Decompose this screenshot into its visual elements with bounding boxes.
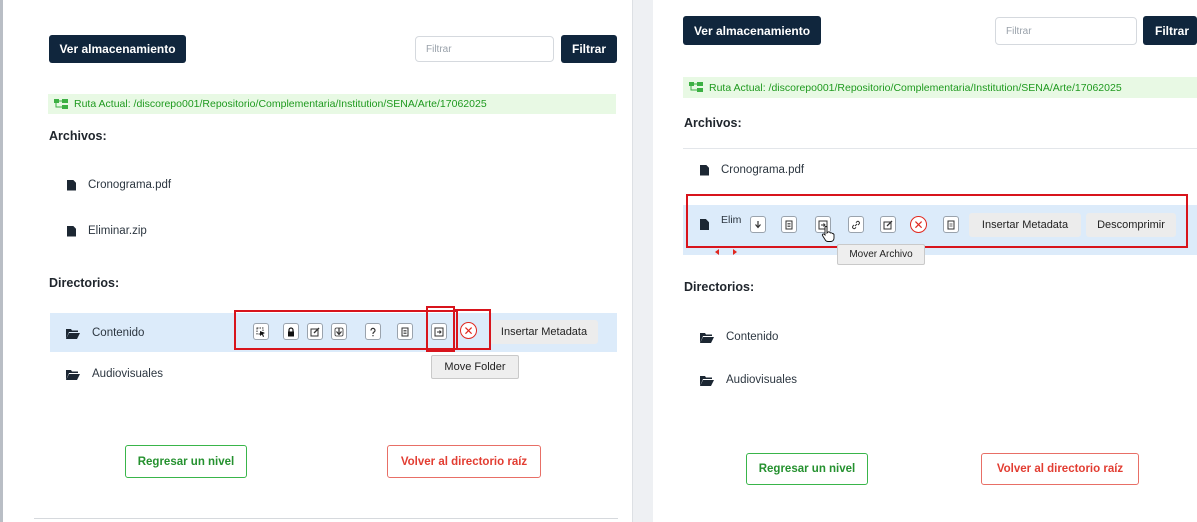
directory-name: Audiovisuales (726, 374, 797, 386)
screenshot-separator (632, 0, 653, 522)
filter-button[interactable]: Filtrar (1143, 16, 1197, 45)
tooltip-move-file: Mover Archivo (837, 244, 925, 265)
file-list-divider (683, 148, 1197, 149)
directories-section-title: Directorios: (49, 276, 120, 290)
footer-divider (34, 518, 618, 519)
file-item-cronograma[interactable]: Cronograma.pdf (700, 162, 804, 178)
file-item-eliminar[interactable]: Eliminar.zip (67, 223, 147, 239)
current-path-bar: Ruta Actual: /discorepo001/Repositorio/C… (683, 77, 1197, 98)
directories-section-title: Directorios: (684, 280, 755, 294)
file-name: Cronograma.pdf (721, 164, 805, 176)
annotation-box-actions (234, 310, 458, 350)
filter-input[interactable] (415, 36, 554, 62)
directory-name: Contenido (92, 327, 145, 339)
directory-name: Contenido (726, 331, 779, 343)
filter-button[interactable]: Filtrar (561, 35, 617, 63)
folder-open-icon (700, 332, 714, 343)
current-path-bar: Ruta Actual: /discorepo001/Repositorio/C… (48, 94, 616, 114)
ver-almacenamiento-button[interactable]: Ver almacenamiento (683, 16, 821, 45)
tooltip-move-folder: Move Folder (431, 355, 519, 379)
file-name: Eliminar.zip (88, 225, 147, 237)
directory-item-audiovisuales[interactable]: Audiovisuales (700, 372, 797, 388)
annotation-box-delete (453, 309, 491, 350)
left-page-border (0, 0, 3, 522)
file-icon (700, 164, 709, 176)
folder-tree-icon (54, 98, 68, 109)
back-one-level-button[interactable]: Regresar un nivel (746, 453, 868, 485)
annotation-box-move (426, 306, 455, 352)
current-path-text: Ruta Actual: /discorepo001/Repositorio/C… (74, 98, 487, 110)
directory-item-contenido[interactable]: Contenido (66, 325, 144, 341)
files-section-title: Archivos: (49, 129, 107, 143)
folder-open-icon (66, 369, 80, 380)
back-to-root-button[interactable]: Volver al directorio raíz (981, 453, 1139, 485)
directory-name: Audiovisuales (92, 368, 163, 380)
current-path-text: Ruta Actual: /discorepo001/Repositorio/C… (709, 81, 1122, 94)
file-icon (67, 179, 76, 191)
folder-tree-icon (689, 82, 703, 92)
right-panel: Ver almacenamiento Filtrar Ruta Actual: … (653, 0, 1197, 522)
filter-input[interactable] (995, 17, 1137, 45)
folder-open-icon (66, 328, 80, 339)
directory-item-audiovisuales[interactable]: Audiovisuales (66, 366, 163, 382)
directory-item-contenido[interactable]: Contenido (700, 329, 778, 345)
files-section-title: Archivos: (684, 116, 742, 130)
file-name: Cronograma.pdf (88, 179, 172, 191)
back-to-root-button[interactable]: Volver al directorio raíz (387, 445, 541, 478)
ver-almacenamiento-button[interactable]: Ver almacenamiento (49, 35, 186, 63)
annotation-box-file-actions (686, 194, 1188, 248)
folder-open-icon (700, 375, 714, 386)
left-panel: Ver almacenamiento Filtrar Ruta Actual: … (10, 0, 632, 522)
file-item-cronograma[interactable]: Cronograma.pdf (67, 177, 171, 193)
file-icon (67, 225, 76, 237)
back-one-level-button[interactable]: Regresar un nivel (125, 445, 247, 478)
insert-metadata-button[interactable]: Insertar Metadata (490, 320, 598, 344)
